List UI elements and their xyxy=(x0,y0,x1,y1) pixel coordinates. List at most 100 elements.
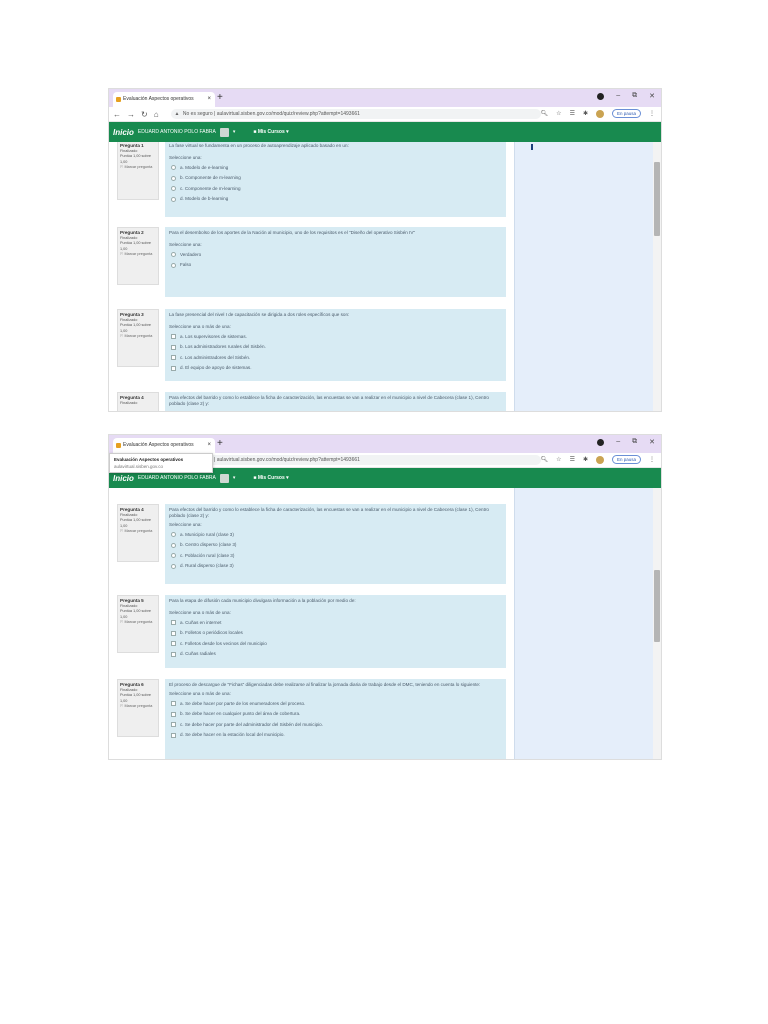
answer-option[interactable]: c. Componente de m-learning xyxy=(169,183,503,194)
record-icon[interactable] xyxy=(597,93,605,100)
radio-button[interactable] xyxy=(171,563,176,569)
answer-option[interactable]: b. Componente de m-learning xyxy=(169,173,503,184)
answer-option[interactable]: d. Rural disperso (clase 3) xyxy=(169,561,503,572)
close-window-icon[interactable]: ✕ xyxy=(649,438,655,446)
star-icon[interactable]: ☆ xyxy=(556,110,561,117)
browser-screenshot-1: Evaluación Aspectos operativos × + – ⧉ ✕… xyxy=(108,88,662,412)
answer-option[interactable]: b. Folletos o periódicos locales xyxy=(169,628,503,639)
answer-option[interactable]: d. Se debe hacer en la estación local de… xyxy=(169,730,503,741)
answer-option[interactable]: a. Se debe hacer por parte de los enumer… xyxy=(169,698,503,709)
checkbox[interactable] xyxy=(171,344,176,350)
forward-icon[interactable]: → xyxy=(127,110,135,119)
checkbox[interactable] xyxy=(171,701,176,707)
answer-option[interactable]: a. Los supervisores de sistemas. xyxy=(169,331,503,342)
radio-button[interactable] xyxy=(171,262,176,268)
new-tab-button[interactable]: + xyxy=(217,436,223,451)
site-logo[interactable]: Inicio xyxy=(113,474,134,483)
paused-badge[interactable]: En pausa xyxy=(611,109,641,118)
close-tab-icon[interactable]: × xyxy=(207,438,211,453)
user-name[interactable]: EDUARD ANTONIO POLO FABRA xyxy=(138,475,216,481)
minimize-icon[interactable]: – xyxy=(616,92,620,100)
site-logo[interactable]: Inicio xyxy=(113,128,134,137)
scrollbar-thumb[interactable] xyxy=(654,162,660,236)
checkbox[interactable] xyxy=(171,355,176,361)
radio-button[interactable] xyxy=(171,196,176,202)
user-avatar[interactable] xyxy=(219,127,229,137)
answer-option[interactable]: a. Cuñas en internet xyxy=(169,617,503,628)
checkbox[interactable] xyxy=(171,630,176,636)
reload-icon[interactable]: ↻ xyxy=(141,110,148,119)
radio-button[interactable] xyxy=(171,542,176,548)
restore-icon[interactable]: ⧉ xyxy=(632,438,637,446)
answer-option[interactable]: a. Modelo de e-learning xyxy=(169,162,503,173)
address-bar[interactable]: ▲ No es seguro | aulavirtual.sisben.gov.… xyxy=(170,109,541,119)
answer-option[interactable]: d. Cuñas radiales xyxy=(169,649,503,660)
minimize-icon[interactable]: – xyxy=(616,438,620,446)
flag-question-link[interactable]: ⚐ Marcar pregunta xyxy=(120,529,156,535)
answer-option[interactable]: b. Centro disperso (clase 3) xyxy=(169,540,503,551)
chevron-down-icon[interactable]: ▾ xyxy=(233,475,236,481)
user-avatar[interactable] xyxy=(219,473,229,483)
checkbox[interactable] xyxy=(171,732,176,738)
radio-button[interactable] xyxy=(171,175,176,181)
answer-option[interactable]: c. Se debe hacer por parte del administr… xyxy=(169,719,503,730)
checkbox[interactable] xyxy=(171,711,176,717)
browser-tab[interactable]: Evaluación Aspectos operativos × xyxy=(113,438,215,453)
back-icon[interactable]: ← xyxy=(113,110,121,119)
checkbox[interactable] xyxy=(171,620,176,626)
flag-question-link[interactable]: ⚐ Marcar pregunta xyxy=(120,334,156,340)
chevron-down-icon[interactable]: ▾ xyxy=(233,129,236,135)
answer-option[interactable]: a. Municipio rural (clase 3) xyxy=(169,530,503,541)
checkbox[interactable] xyxy=(171,651,176,657)
checkbox[interactable] xyxy=(171,641,176,647)
courses-menu[interactable]: ■ Mis Cursos ▾ xyxy=(253,129,288,135)
answer-option[interactable]: b. Se debe hacer en cualquier punto del … xyxy=(169,709,503,720)
flag-question-link[interactable]: ⚐ Marcar pregunta xyxy=(120,165,156,171)
address-bar[interactable]: ▲ No es seguro | aulavirtual.sisben.gov.… xyxy=(170,455,541,465)
browser-tab[interactable]: Evaluación Aspectos operativos × xyxy=(113,92,215,107)
restore-icon[interactable]: ⧉ xyxy=(632,92,637,100)
zoom-icon[interactable]: 🔍︎ xyxy=(541,456,549,463)
radio-button[interactable] xyxy=(171,252,176,258)
answer-option[interactable]: b. Los administradores rurales del Sisbé… xyxy=(169,342,503,353)
answer-option[interactable]: c. Población rural (clase 3) xyxy=(169,551,503,562)
radio-button[interactable] xyxy=(171,553,176,559)
courses-menu[interactable]: ■ Mis Cursos ▾ xyxy=(253,475,288,481)
zoom-icon[interactable]: 🔍︎ xyxy=(541,110,549,117)
answer-option[interactable]: d. Modelo de b-learning xyxy=(169,194,503,205)
radio-button[interactable] xyxy=(171,532,176,538)
extensions-icon[interactable]: ✱ xyxy=(583,110,588,117)
star-icon[interactable]: ☆ xyxy=(556,456,561,463)
radio-button[interactable] xyxy=(171,186,176,192)
flag-question-link[interactable]: ⚐ Marcar pregunta xyxy=(120,252,156,258)
flag-question-link[interactable]: ⚐ Marcar pregunta xyxy=(120,620,156,626)
radio-button[interactable] xyxy=(171,165,176,171)
flag-question-link[interactable]: ⚐ Marcar pregunta xyxy=(120,704,156,710)
answer-option[interactable]: d. El equipo de apoyo de sistemas. xyxy=(169,363,503,374)
app-header: Inicio EDUARD ANTONIO POLO FABRA ▾ ■ Mis… xyxy=(109,122,661,142)
answer-option[interactable]: c. Folletos desde los vecinos del munici… xyxy=(169,638,503,649)
scrollbar[interactable] xyxy=(653,488,661,759)
scrollbar-thumb[interactable] xyxy=(654,570,660,642)
close-tab-icon[interactable]: × xyxy=(207,92,211,107)
checkbox[interactable] xyxy=(171,722,176,728)
new-tab-button[interactable]: + xyxy=(217,90,223,105)
answer-option[interactable]: Falso xyxy=(169,260,503,271)
checkbox[interactable] xyxy=(171,334,176,340)
user-name[interactable]: EDUARD ANTONIO POLO FABRA xyxy=(138,129,216,135)
paused-badge[interactable]: En pausa xyxy=(611,455,641,464)
extensions-icon[interactable]: ✱ xyxy=(583,456,588,463)
record-icon[interactable] xyxy=(597,439,605,446)
menu-icon[interactable]: ⋮ xyxy=(649,456,655,463)
scrollbar[interactable] xyxy=(653,142,661,411)
menu-icon[interactable]: ⋮ xyxy=(649,110,655,117)
close-window-icon[interactable]: ✕ xyxy=(649,92,655,100)
reading-list-icon[interactable]: ☰ xyxy=(570,110,575,117)
avatar[interactable] xyxy=(595,109,604,118)
answer-option[interactable]: Verdadero xyxy=(169,249,503,260)
avatar[interactable] xyxy=(595,455,604,464)
checkbox[interactable] xyxy=(171,365,176,371)
answer-option[interactable]: c. Los administradores del Sisbén. xyxy=(169,352,503,363)
home-icon[interactable]: ⌂ xyxy=(154,110,159,119)
reading-list-icon[interactable]: ☰ xyxy=(570,456,575,463)
